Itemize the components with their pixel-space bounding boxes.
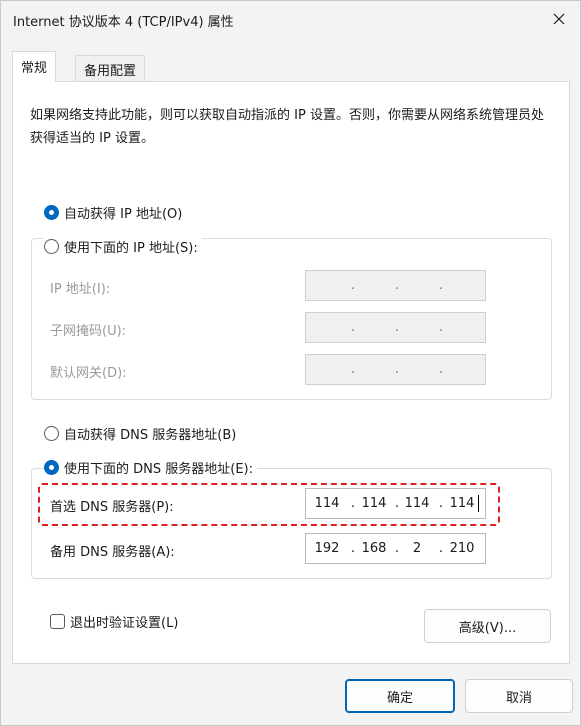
- radio-auto-ip[interactable]: 自动获得 IP 地址(O): [44, 203, 187, 222]
- radio-auto-ip-label: 自动获得 IP 地址(O): [64, 207, 183, 222]
- ip-octet: 192: [314, 541, 340, 556]
- radio-indicator: [44, 460, 59, 475]
- checkbox-indicator: [50, 614, 65, 629]
- ip-dot: .: [438, 320, 444, 335]
- highlight-box: [38, 483, 500, 526]
- default-gateway-input[interactable]: . . .: [305, 354, 486, 385]
- ip-dot: .: [394, 362, 400, 377]
- close-button[interactable]: [544, 5, 574, 33]
- radio-auto-dns-label: 自动获得 DNS 服务器地址(B): [64, 428, 237, 443]
- ip-octet: 168: [361, 541, 387, 556]
- alternate-dns-input[interactable]: 192 . 168 . 2 . 210: [305, 533, 486, 564]
- ip-address-label: IP 地址(I):: [50, 282, 111, 297]
- ip-dot: .: [350, 362, 356, 377]
- radio-indicator: [44, 205, 59, 220]
- ip-dot: .: [438, 541, 444, 556]
- dialog-window: Internet 协议版本 4 (TCP/IPv4) 属性 常规 备用配置 如果…: [0, 0, 581, 726]
- ip-dot: .: [394, 541, 400, 556]
- close-icon: [553, 13, 565, 25]
- tab-general[interactable]: 常规: [12, 51, 57, 82]
- ip-dot: .: [438, 278, 444, 293]
- radio-indicator: [44, 239, 59, 254]
- ip-octet: 2: [412, 541, 422, 556]
- radio-manual-dns[interactable]: 使用下面的 DNS 服务器地址(E):: [44, 458, 257, 477]
- ip-dot: .: [350, 541, 356, 556]
- ip-dot: .: [350, 278, 356, 293]
- validate-on-exit-checkbox[interactable]: 退出时验证设置(L): [50, 612, 178, 631]
- radio-manual-ip-label: 使用下面的 IP 地址(S):: [64, 241, 198, 256]
- cancel-button[interactable]: 取消: [465, 679, 573, 713]
- ok-button[interactable]: 确定: [345, 679, 455, 713]
- subnet-mask-label: 子网掩码(U):: [50, 324, 127, 339]
- advanced-button[interactable]: 高级(V)...: [424, 609, 551, 643]
- description-text: 如果网络支持此功能，则可以获取自动指派的 IP 设置。否则，你需要从网络系统管理…: [30, 108, 544, 146]
- default-gateway-label: 默认网关(D):: [50, 366, 127, 381]
- window-title: Internet 协议版本 4 (TCP/IPv4) 属性: [13, 15, 234, 30]
- radio-auto-dns[interactable]: 自动获得 DNS 服务器地址(B): [44, 424, 241, 443]
- ip-dot: .: [394, 320, 400, 335]
- validate-on-exit-label: 退出时验证设置(L): [70, 616, 179, 631]
- tab-panel-general: 如果网络支持此功能，则可以获取自动指派的 IP 设置。否则，你需要从网络系统管理…: [12, 81, 570, 664]
- ip-dot: .: [438, 362, 444, 377]
- ip-dot: .: [350, 320, 356, 335]
- title-bar: Internet 协议版本 4 (TCP/IPv4) 属性: [1, 1, 580, 39]
- subnet-mask-input[interactable]: . . .: [305, 312, 486, 343]
- radio-manual-ip[interactable]: 使用下面的 IP 地址(S):: [44, 237, 202, 256]
- tab-alternate-config[interactable]: 备用配置: [75, 55, 146, 81]
- alternate-dns-label: 备用 DNS 服务器(A):: [50, 545, 175, 560]
- radio-manual-dns-label: 使用下面的 DNS 服务器地址(E):: [64, 462, 253, 477]
- ip-dot: .: [394, 278, 400, 293]
- ip-address-input[interactable]: . . .: [305, 270, 486, 301]
- ip-octet: 210: [449, 541, 475, 556]
- radio-indicator: [44, 426, 59, 441]
